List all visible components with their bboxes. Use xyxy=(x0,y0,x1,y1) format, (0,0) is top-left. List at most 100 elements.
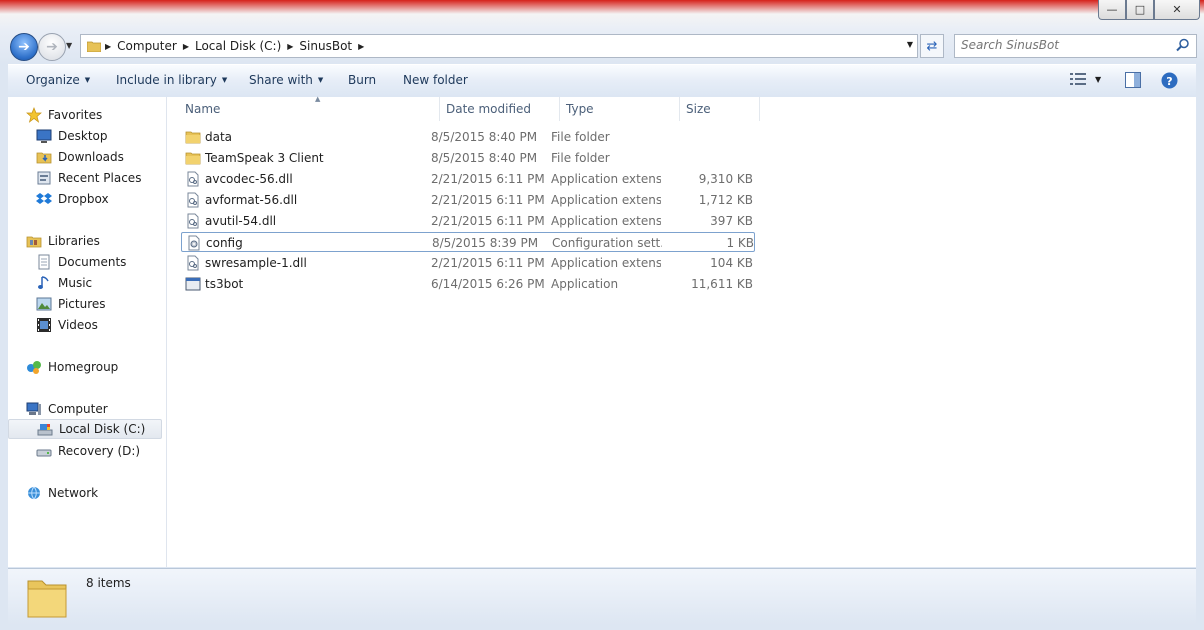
preview-pane-icon xyxy=(1125,72,1141,88)
sidebar-libraries[interactable]: Libraries xyxy=(26,231,100,251)
column-header-label: Type xyxy=(566,102,594,116)
item-count: 8 items xyxy=(86,576,131,590)
table-row[interactable]: avcodec-56.dll 2/21/2015 6:11 PM Applicati… xyxy=(181,169,755,189)
search-box[interactable] xyxy=(954,34,1197,58)
pictures-icon xyxy=(36,297,52,311)
refresh-button[interactable]: ⇄ xyxy=(920,34,944,58)
application-icon xyxy=(185,277,201,291)
maximize-icon: □ xyxy=(1134,3,1146,16)
file-date: 2/21/2015 6:11 PM xyxy=(431,172,545,186)
share-with-button[interactable]: Share with ▼ xyxy=(249,73,323,87)
file-date: 8/5/2015 8:40 PM xyxy=(431,130,538,144)
sidebar-item-music[interactable]: Music xyxy=(36,273,92,293)
sidebar-item-downloads[interactable]: Downloads xyxy=(36,147,124,167)
recent-pages-dropdown[interactable]: ▼ xyxy=(66,41,72,50)
table-row[interactable]: avformat-56.dll 2/21/2015 6:11 PM Applicat… xyxy=(181,190,755,210)
back-button[interactable]: ➔ xyxy=(10,33,38,61)
share-label: Share with xyxy=(249,73,313,87)
chevron-down-icon: ▼ xyxy=(66,41,73,50)
back-arrow-icon: ➔ xyxy=(18,39,30,55)
svg-text:?: ? xyxy=(1166,75,1172,88)
sidebar-item-local-disk[interactable]: Local Disk (C:) xyxy=(8,419,162,439)
burn-button[interactable]: Burn xyxy=(348,73,376,87)
table-row[interactable]: avutil-54.dll 2/21/2015 6:11 PM Applicatio… xyxy=(181,211,755,231)
table-row[interactable]: config 8/5/2015 8:39 PM Configuration sett… xyxy=(181,232,755,252)
forward-arrow-icon: ➔ xyxy=(46,39,58,55)
sidebar-computer[interactable]: Computer xyxy=(26,399,108,419)
column-header-name[interactable]: Name ▲ xyxy=(179,95,440,121)
sidebar-homegroup[interactable]: Homegroup xyxy=(26,357,118,377)
file-name: avutil-54.dll xyxy=(205,214,277,228)
sidebar-item-desktop[interactable]: Desktop xyxy=(36,126,108,146)
column-header-label: Size xyxy=(686,102,711,116)
sidebar-network-label: Network xyxy=(48,486,99,500)
folder-icon xyxy=(185,152,201,165)
search-input[interactable] xyxy=(955,35,1177,55)
sidebar-homegroup-label: Homegroup xyxy=(48,360,119,374)
computer-icon xyxy=(26,402,41,415)
file-name: config xyxy=(206,236,243,250)
change-view-button[interactable] xyxy=(1070,72,1086,89)
help-icon: ? xyxy=(1161,72,1178,89)
table-row[interactable]: ts3bot 6/14/2015 6:26 PM Application 11,611… xyxy=(181,274,755,294)
sidebar-libraries-label: Libraries xyxy=(48,234,100,248)
local-disk-icon xyxy=(37,424,53,436)
search-icon xyxy=(1176,38,1189,52)
file-name: data xyxy=(205,130,233,144)
sidebar-item-recent-places[interactable]: Recent Places xyxy=(36,168,141,188)
sidebar-network[interactable]: Network xyxy=(26,483,98,503)
sidebar-item-label: Desktop xyxy=(58,129,108,143)
command-bar: Organize ▼ Include in library ▼ Share with… xyxy=(8,64,1196,98)
breadcrumb-computer[interactable]: Computer xyxy=(111,39,183,53)
caption-buttons: — □ ✕ xyxy=(1098,0,1200,20)
sidebar-item-recovery[interactable]: Recovery (D:) xyxy=(36,441,140,461)
chevron-down-icon: ▼ xyxy=(1095,75,1102,84)
file-date: 8/5/2015 8:39 PM xyxy=(432,236,539,250)
file-list: Name ▲ Date modified Type Size data 8/5/2… xyxy=(167,95,1196,567)
folder-icon xyxy=(87,41,101,52)
close-button[interactable]: ✕ xyxy=(1154,0,1200,20)
maximize-button[interactable]: □ xyxy=(1126,0,1154,20)
sidebar-item-label: Recent Places xyxy=(58,171,142,185)
preview-pane-button[interactable] xyxy=(1125,72,1141,91)
breadcrumb-sinusbot[interactable]: SinusBot xyxy=(293,39,358,53)
address-bar[interactable]: ▶ Computer ▶ Local Disk (C:) ▶ SinusBot … xyxy=(80,34,918,58)
table-row[interactable]: TeamSpeak 3 Client 8/5/2015 8:40 PM File f… xyxy=(181,148,755,168)
folder-icon xyxy=(27,580,67,618)
dll-file-icon xyxy=(187,171,199,187)
column-header-label: Date modified xyxy=(446,102,532,116)
file-date: 8/5/2015 8:40 PM xyxy=(431,151,538,165)
minimize-icon: — xyxy=(1106,3,1118,16)
breadcrumb-local-disk[interactable]: Local Disk (C:) xyxy=(189,39,287,53)
file-type: Application xyxy=(551,277,619,291)
file-size: 9,310 KB xyxy=(698,172,753,186)
explorer-window: — □ ✕ ➔ ➔ ▼ ▶ Computer ▶ Local Disk (C:)… xyxy=(0,0,1204,630)
chevron-down-icon: ▼ xyxy=(317,76,324,84)
address-history-dropdown[interactable]: ▼ xyxy=(907,40,913,49)
table-row[interactable]: data 8/5/2015 8:40 PM File folder xyxy=(181,127,755,147)
sidebar-item-dropbox[interactable]: Dropbox xyxy=(36,189,109,209)
minimize-button[interactable]: — xyxy=(1098,0,1126,20)
breadcrumb-separator-icon[interactable]: ▶ xyxy=(358,42,364,51)
view-options-dropdown[interactable]: ▼ xyxy=(1095,75,1101,84)
file-date: 2/21/2015 6:11 PM xyxy=(431,256,545,270)
sidebar-item-documents[interactable]: Documents xyxy=(36,252,126,272)
sidebar-item-videos[interactable]: Videos xyxy=(36,315,98,335)
organize-button[interactable]: Organize ▼ xyxy=(26,73,90,87)
table-row[interactable]: swresample-1.dll 2/21/2015 6:11 PM Applica… xyxy=(181,253,755,273)
new-folder-button[interactable]: New folder xyxy=(403,73,468,87)
include-in-library-button[interactable]: Include in library ▼ xyxy=(116,73,227,87)
column-header-date[interactable]: Date modified xyxy=(440,97,560,121)
forward-button[interactable]: ➔ xyxy=(38,33,66,61)
column-header-label: Name xyxy=(185,102,221,116)
sidebar-favorites[interactable]: Favorites xyxy=(26,105,102,125)
file-name: avcodec-56.dll xyxy=(205,172,293,186)
file-size: 1,712 KB xyxy=(698,193,753,207)
sidebar-item-label: Music xyxy=(58,276,93,290)
help-button[interactable]: ? xyxy=(1161,72,1178,92)
details-pane: 8 items xyxy=(8,568,1196,625)
dll-file-icon xyxy=(187,213,199,229)
column-header-type[interactable]: Type xyxy=(560,97,680,121)
sidebar-item-pictures[interactable]: Pictures xyxy=(36,294,106,314)
column-header-size[interactable]: Size xyxy=(680,97,760,121)
